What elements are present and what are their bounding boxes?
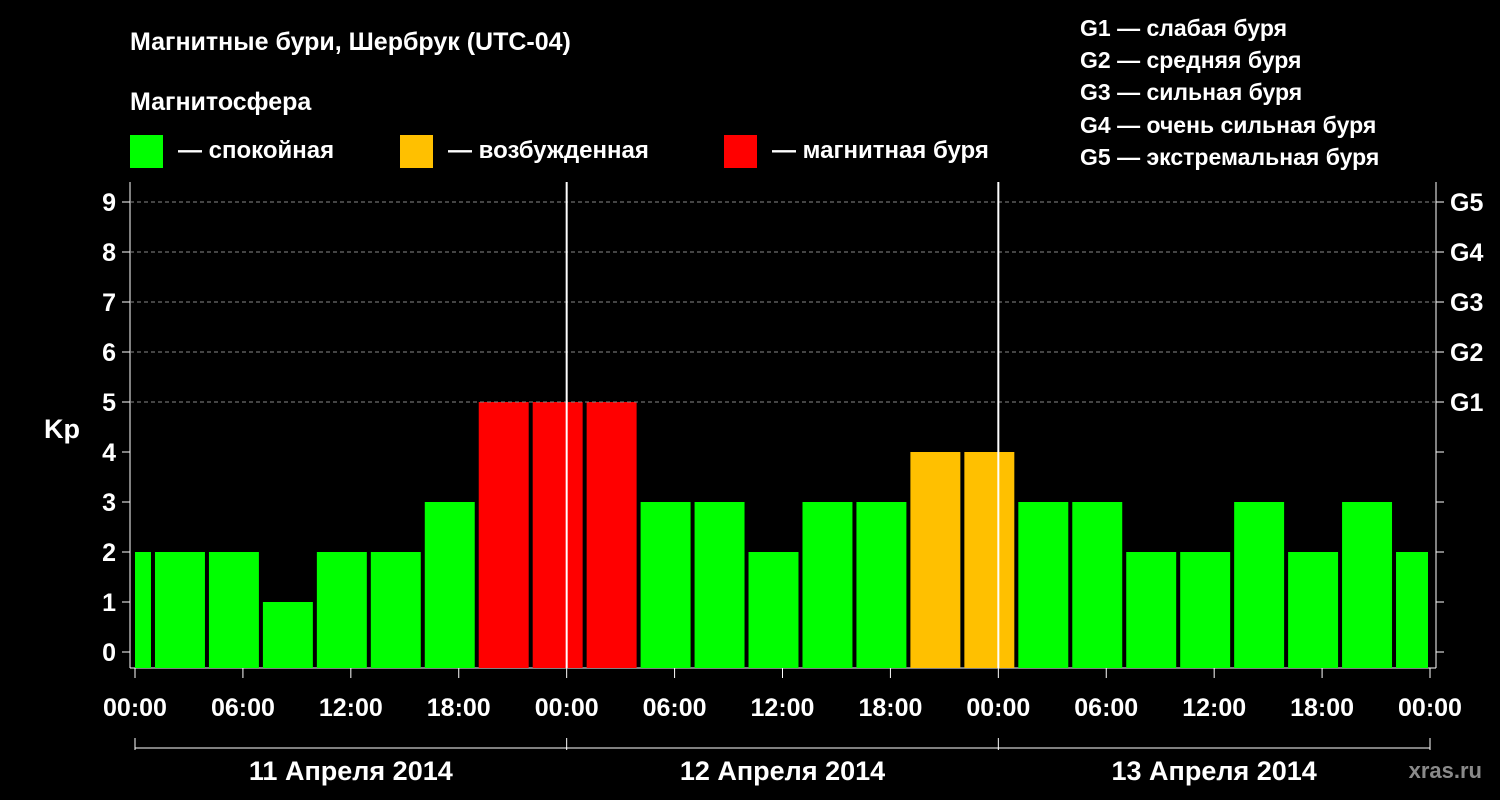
y-tick-label: 3 (102, 489, 116, 517)
plot-area: 0 1 2 3 4 5 6 7 8 9 G1 G2 G3 G4 G5 00:00 06:00 12:00 18:00… (102, 182, 1483, 786)
y-tick-label: 6 (102, 339, 116, 367)
legend-label-storm: — магнитная буря (772, 137, 989, 164)
kp-bar (1126, 552, 1177, 668)
kp-bar (532, 402, 583, 668)
y-tick-label: 5 (102, 389, 116, 417)
y-tick-label: 0 (102, 639, 116, 667)
kp-bar (1288, 552, 1339, 668)
day-label: 13 Апреля 2014 (1112, 756, 1317, 786)
x-tick-label: 18:00 (858, 694, 922, 722)
x-tick-label: 06:00 (211, 694, 275, 722)
g-scale-g5: G5 — экстремальная буря (1080, 144, 1379, 170)
g-level-label: G2 (1450, 339, 1483, 367)
x-tick-label: 00:00 (535, 694, 599, 722)
x-tick-label: 12:00 (1182, 694, 1246, 722)
legend-swatch-quiet (130, 135, 163, 168)
g-scale-g3: G3 — сильная буря (1080, 79, 1302, 105)
kp-chart: Магнитные бури, Шербрук (UTC-04) Магнито… (44, 15, 1483, 786)
g-scale-g1: G1 — слабая буря (1080, 15, 1287, 41)
legend-heading: Магнитосфера (130, 88, 312, 116)
kp-bar (1234, 502, 1285, 668)
kp-bar (748, 552, 799, 668)
y-tick-label: 9 (102, 189, 116, 217)
kp-bar (1396, 552, 1428, 668)
kp-bar (1018, 502, 1069, 668)
y-tick-label: 8 (102, 239, 116, 267)
kp-bar (154, 552, 205, 668)
kp-bar (316, 552, 367, 668)
y-tick-label: 2 (102, 539, 116, 567)
kp-bar (856, 502, 907, 668)
legend-label-quiet: — спокойная (178, 137, 334, 164)
kp-bar (964, 452, 1015, 668)
kp-bar (1072, 502, 1123, 668)
g-level-label: G5 (1450, 189, 1483, 217)
kp-bar (424, 502, 475, 668)
kp-bar (135, 552, 151, 668)
x-tick-label: 00:00 (103, 694, 167, 722)
x-tick-label: 12:00 (319, 694, 383, 722)
kp-bar (910, 452, 961, 668)
chart-title: Магнитные бури, Шербрук (UTC-04) (130, 28, 571, 56)
g-level-label: G3 (1450, 289, 1483, 317)
legend-swatch-active (400, 135, 433, 168)
x-tick-label: 12:00 (751, 694, 815, 722)
g-level-label: G1 (1450, 389, 1483, 417)
x-tick-label: 06:00 (1074, 694, 1138, 722)
kp-bar (802, 502, 853, 668)
g-scale-g4: G4 — очень сильная буря (1080, 112, 1376, 138)
legend-label-active: — возбужденная (448, 137, 649, 164)
legend-swatch-storm (724, 135, 757, 168)
kp-bar (208, 552, 259, 668)
kp-bar (370, 552, 421, 668)
y-tick-label: 7 (102, 289, 116, 317)
x-tick-label: 00:00 (1398, 694, 1462, 722)
kp-bar (1180, 552, 1231, 668)
x-tick-label: 00:00 (966, 694, 1030, 722)
x-tick-label: 18:00 (1290, 694, 1354, 722)
day-label: 11 Апреля 2014 (249, 756, 453, 786)
x-tick-label: 06:00 (643, 694, 707, 722)
g-level-label: G4 (1450, 239, 1483, 267)
x-tick-label: 18:00 (427, 694, 491, 722)
day-label: 12 Апреля 2014 (680, 756, 885, 786)
kp-bar (694, 502, 745, 668)
kp-bar (262, 602, 313, 668)
g-scale-g2: G2 — средняя буря (1080, 47, 1301, 73)
y-tick-label: 4 (102, 439, 116, 467)
kp-bar (1342, 502, 1393, 668)
kp-bar (640, 502, 691, 668)
y-tick-label: 1 (102, 589, 116, 617)
y-axis-label: Kp (44, 414, 80, 444)
watermark: xras.ru (1409, 758, 1482, 783)
kp-bar (586, 402, 637, 668)
kp-bar (478, 402, 529, 668)
